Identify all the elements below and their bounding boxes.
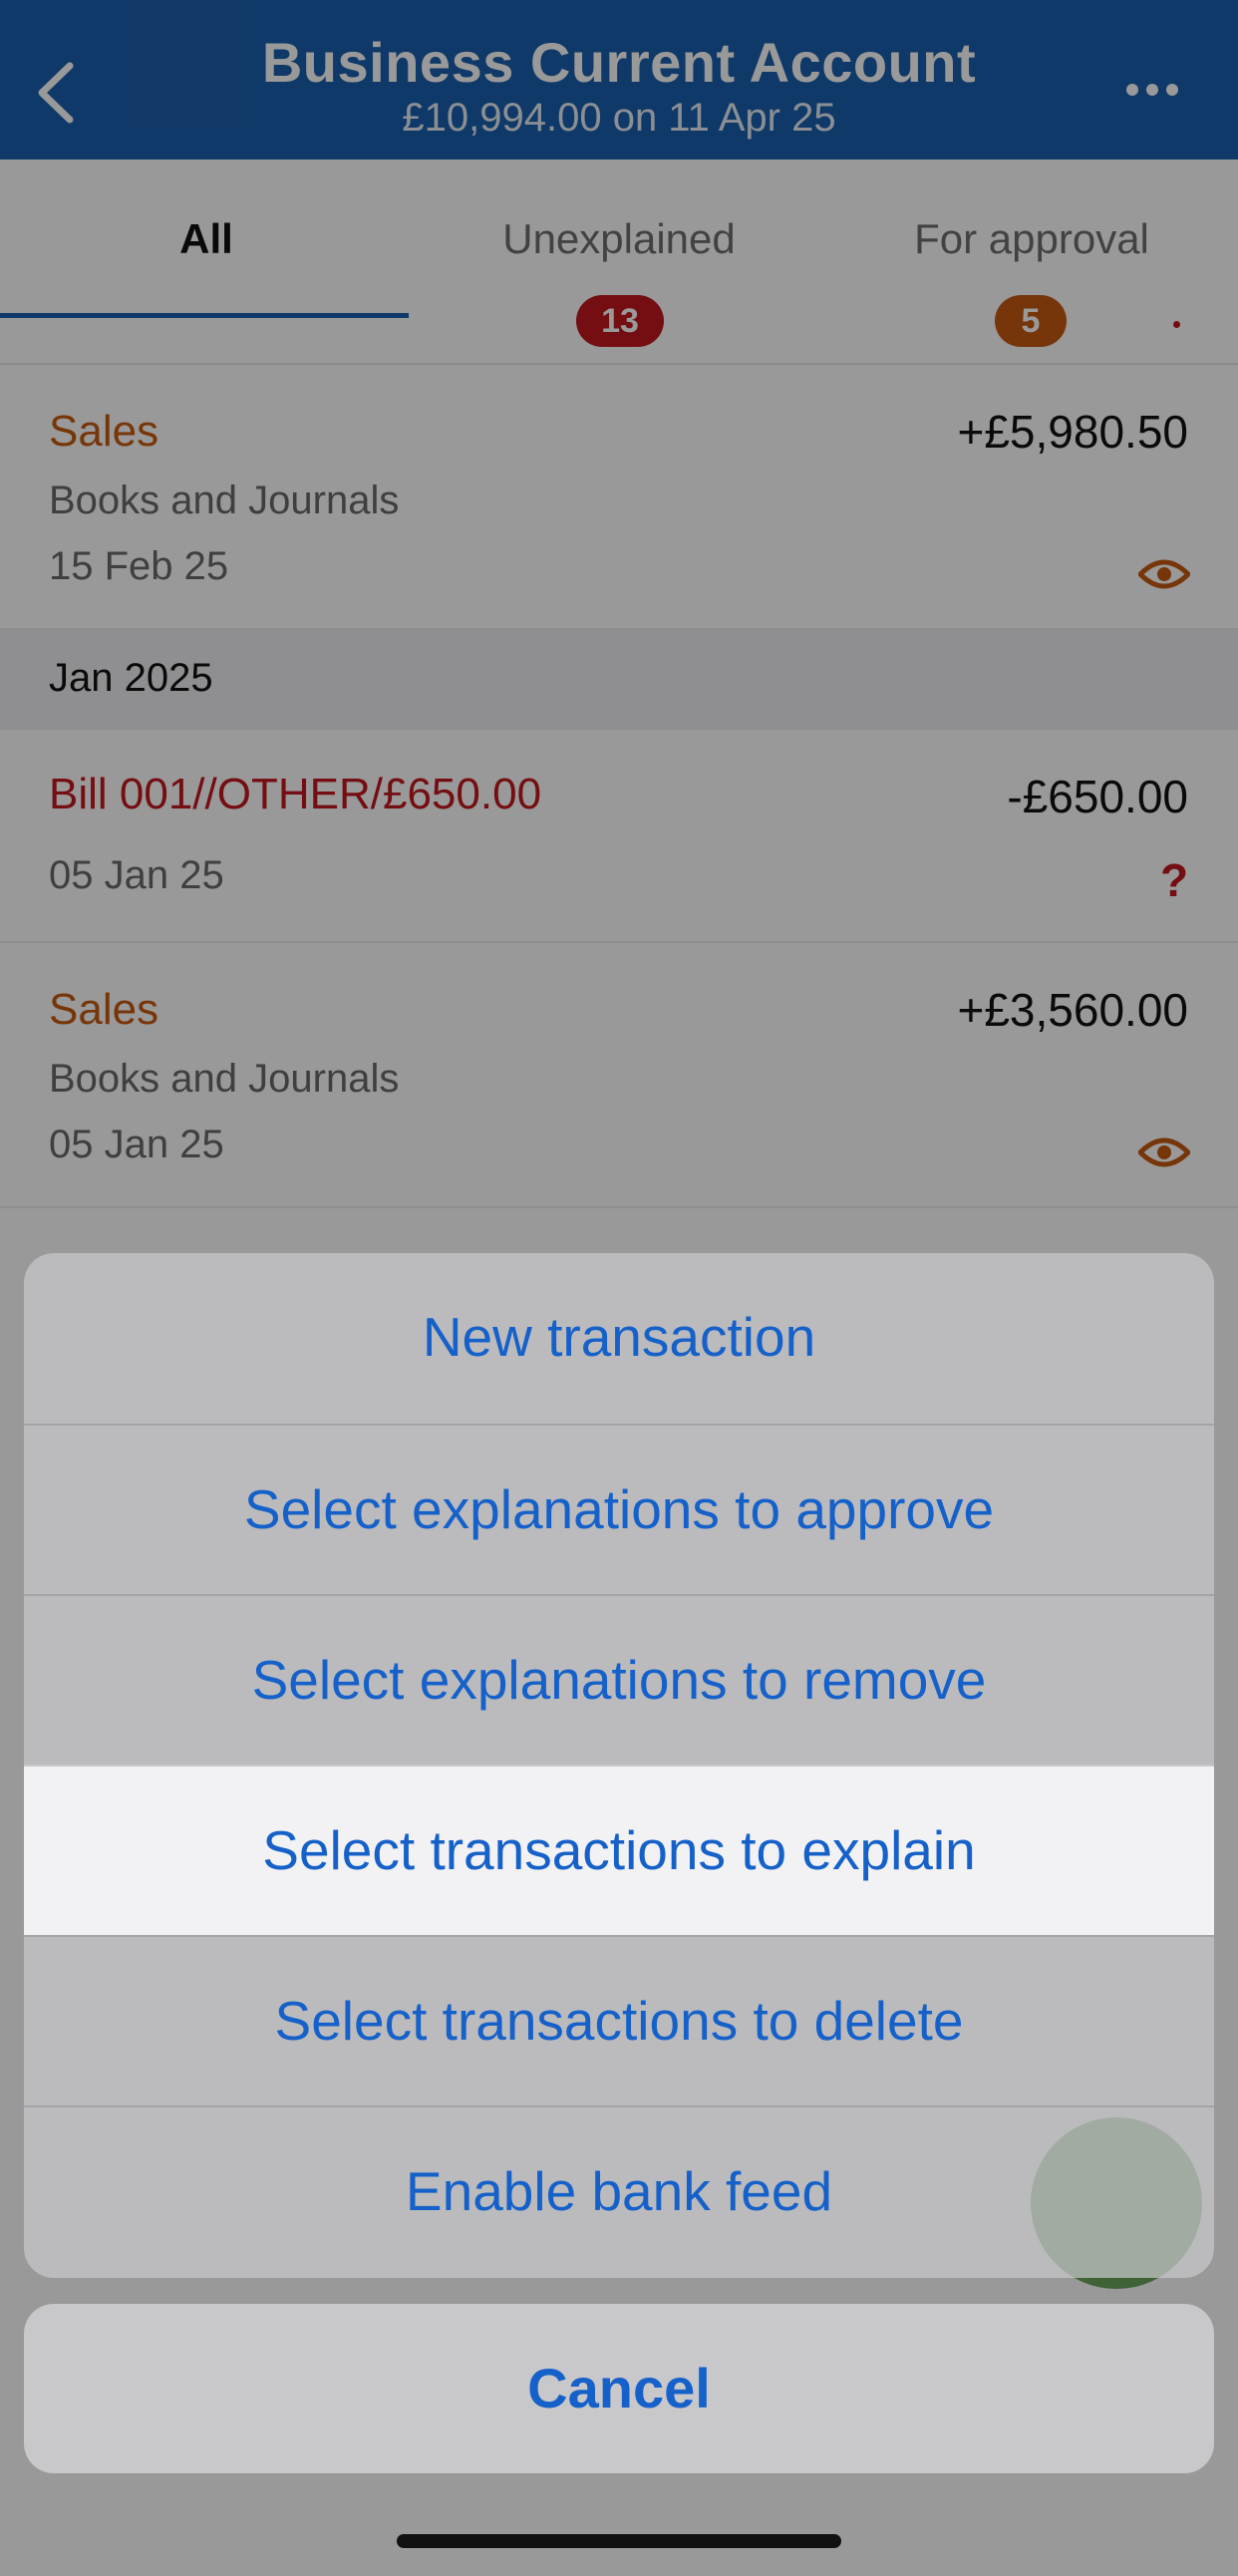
select-explanations-to-remove-button[interactable]: Select explanations to remove: [24, 1594, 1214, 1765]
select-transactions-to-explain-button[interactable]: Select transactions to explain: [24, 1765, 1214, 1935]
action-sheet: New transaction Select explanations to a…: [24, 1253, 1214, 2278]
new-transaction-button[interactable]: New transaction: [24, 1253, 1214, 1424]
home-indicator: [397, 2534, 841, 2548]
select-transactions-to-delete-button[interactable]: Select transactions to delete: [24, 1935, 1214, 2105]
cancel-button[interactable]: Cancel: [24, 2304, 1214, 2473]
select-explanations-to-approve-button[interactable]: Select explanations to approve: [24, 1424, 1214, 1594]
enable-bank-feed-button[interactable]: Enable bank feed: [24, 2105, 1214, 2276]
